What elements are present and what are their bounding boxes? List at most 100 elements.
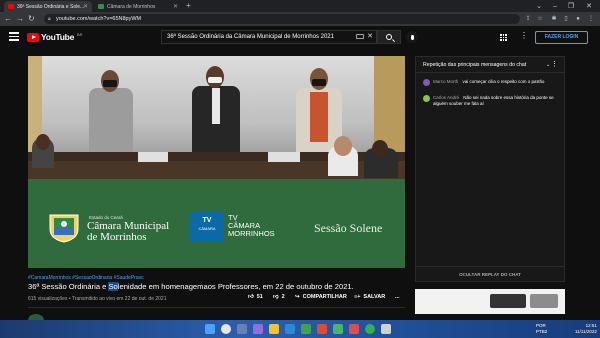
chat-replay-panel: Repetição das principais mensagens do ch… [415, 56, 565, 282]
maximize-icon[interactable]: ❐ [562, 0, 580, 12]
chrome-icon[interactable] [365, 324, 375, 334]
hamburger-menu-icon[interactable] [9, 32, 19, 41]
papers [268, 152, 300, 162]
file-explorer-icon[interactable] [269, 324, 279, 334]
chevron-down-icon[interactable]: ⌄ [546, 57, 550, 73]
more-options-icon[interactable]: ⋮ [520, 32, 528, 40]
language-code: POR [536, 323, 546, 328]
share-icon: ↪ [295, 294, 300, 300]
dislike-count: 2 [281, 294, 285, 300]
chat-header-label: Repetição das principais mensagens do ch… [423, 62, 527, 68]
browser-tab-strip: 36ª Sessão Ordinária e Sole... ✕ Câmara … [0, 0, 600, 12]
tv-logo-text: TV [202, 217, 212, 224]
close-tab-icon[interactable]: ✕ [83, 3, 88, 10]
org-name: Câmara Municipal de Morrinhos [87, 221, 169, 243]
flag-right [374, 56, 405, 152]
reload-icon[interactable]: ↻ [28, 14, 35, 24]
widgets-icon[interactable] [253, 324, 263, 334]
extensions-icon[interactable]: ✱ [550, 15, 558, 23]
chat-avatar [423, 79, 430, 86]
back-icon[interactable]: ← [4, 14, 12, 24]
papers [138, 152, 168, 162]
app-icon[interactable] [317, 324, 327, 334]
site-favicon-icon [98, 4, 104, 9]
dislike-button[interactable]: 👎︎ 2 [273, 294, 285, 300]
chat-avatar [423, 95, 430, 102]
video-hashtags[interactable]: #CamaraMorrinhos #SessaoOrdinaria #Saude… [28, 275, 144, 281]
tab-title: Câmara de Morrinhos [107, 3, 156, 10]
task-view-icon[interactable] [237, 324, 247, 334]
tv-wordmark-line3: MORRINHOS [228, 229, 275, 238]
forward-icon[interactable]: → [16, 14, 24, 24]
close-tab-icon[interactable]: ✕ [173, 3, 178, 10]
url-text: youtube.com/watch?v=65N8pyWM [56, 16, 142, 22]
browser-menu-icon[interactable]: ⋮ [587, 15, 595, 23]
search-icon [386, 34, 392, 40]
person-1 [83, 66, 139, 156]
thumbs-down-icon: 👎︎ [273, 294, 279, 300]
keyboard-icon[interactable] [356, 34, 364, 39]
sign-in-button[interactable]: FAZER LOGIN [535, 31, 588, 44]
ad-image [530, 294, 558, 308]
apps-grid-icon[interactable] [500, 34, 507, 41]
edge-icon[interactable] [285, 324, 295, 334]
video-title-part: lenidade em homenagemaos Professores, em… [117, 282, 354, 291]
taskbar: POR PTB2 12:51 11/11/2022 [0, 320, 600, 338]
microphone-icon [410, 34, 414, 40]
app-icon[interactable] [381, 324, 391, 334]
search-button[interactable] [377, 30, 401, 44]
search-input[interactable]: 36ª Sessão Ordinária da Câmara Municipal… [161, 30, 377, 44]
more-actions-button[interactable]: ... [395, 294, 400, 300]
video-player[interactable]: Estado do Ceará Câmara Municipal de Morr… [28, 56, 405, 268]
app-icon[interactable] [333, 324, 343, 334]
tv-camara-wordmark: TV CÂMARA MORRINHOS [228, 214, 308, 238]
sidebar-icon[interactable]: ▯ [562, 15, 570, 23]
save-button[interactable]: ≡+ SALVAR [354, 294, 385, 300]
bookmark-star-icon[interactable]: ☆ [536, 15, 544, 23]
clock-date: 11/11/2022 [575, 328, 597, 334]
youtube-logo[interactable]: YouTube BR [27, 32, 83, 42]
share-page-icon[interactable]: ⇪ [524, 15, 532, 23]
address-bar[interactable]: 🔒︎ youtube.com/watch?v=65N8pyWM [44, 14, 520, 24]
profile-icon[interactable]: ● [574, 15, 582, 23]
youtube-wordmark: YouTube [41, 32, 74, 42]
youtube-play-icon [27, 32, 39, 42]
country-code: BR [77, 32, 83, 37]
divider [28, 307, 405, 308]
tab-camara[interactable]: Câmara de Morrinhos ✕ [94, 1, 182, 12]
chat-more-icon[interactable]: ⋮ [551, 57, 558, 73]
tv-camara-logo: TV CÂMARA [190, 212, 224, 242]
youtube-favicon-icon [8, 4, 14, 9]
session-label: Sessão Solene [314, 221, 383, 235]
search-icon[interactable] [221, 324, 231, 334]
new-tab-button[interactable]: + [186, 0, 191, 12]
save-playlist-icon: ≡+ [354, 294, 361, 300]
lock-icon: 🔒︎ [48, 16, 51, 22]
start-icon[interactable] [205, 324, 215, 334]
ad-banner[interactable] [415, 289, 565, 314]
system-clock[interactable]: 12:51 11/11/2022 [575, 323, 597, 334]
share-button[interactable]: ↪ COMPARTILHAR [295, 294, 347, 300]
video-lower-third: Estado do Ceará Câmara Municipal de Morr… [28, 179, 405, 268]
chat-header[interactable]: Repetição das principais mensagens do ch… [416, 57, 564, 73]
org-name-line2: de Morrinhos [87, 231, 147, 243]
close-window-icon[interactable]: ✕ [580, 0, 598, 12]
voice-search-button[interactable] [406, 31, 418, 43]
language-indicator[interactable]: POR PTB2 [536, 323, 547, 334]
municipal-seal-icon [49, 214, 79, 243]
youtube-header: YouTube BR 36ª Sessão Ordinária da Câmar… [0, 26, 600, 48]
search-value: 36ª Sessão Ordinária da Câmara Municipal… [167, 34, 334, 40]
hide-chat-replay-button[interactable]: OCULTAR REPLAY DO CHAT [416, 266, 564, 282]
save-label: SALVAR [363, 294, 386, 300]
video-title-part: 36ª Sessão Ordinária e [28, 282, 109, 291]
video-title: 36ª Sessão Ordinária e Solenidade em hom… [28, 282, 408, 292]
app-icon[interactable] [301, 324, 311, 334]
chat-text: vai começar cilia o respeito com o patrã… [462, 79, 545, 84]
share-label: COMPARTILHAR [302, 294, 347, 300]
app-icon[interactable] [349, 324, 359, 334]
like-button[interactable]: 👍︎ 51 [248, 294, 263, 300]
clear-search-icon[interactable]: ✕ [367, 31, 373, 43]
keyboard-layout: PTB2 [536, 328, 548, 334]
video-scene [28, 56, 405, 179]
tab-youtube[interactable]: 36ª Sessão Ordinária e Sole... ✕ [4, 1, 92, 12]
